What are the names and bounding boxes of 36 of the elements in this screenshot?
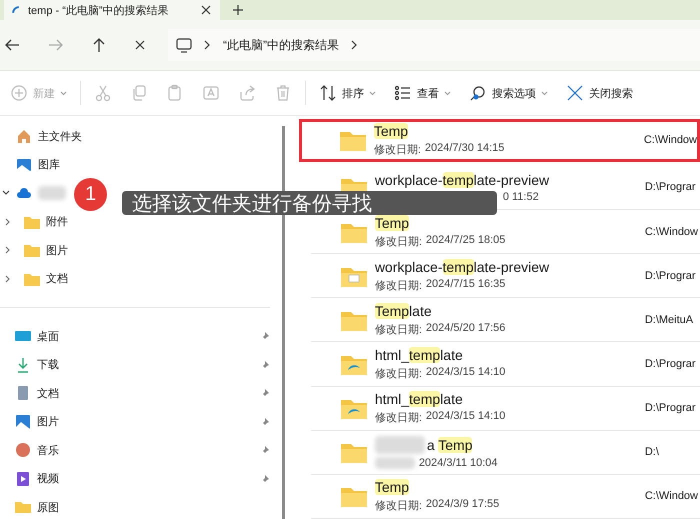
file-location: C:\Window — [644, 490, 698, 502]
date-label: 修改日期: — [374, 322, 422, 337]
file-location: D:\Prograr — [644, 181, 696, 194]
file-name: html_template — [374, 346, 463, 363]
file-location: D:\Prograr — [644, 402, 696, 414]
file-location: C:\Window — [644, 134, 697, 146]
file-name: a Temp — [426, 436, 472, 453]
file-name: Temp — [374, 123, 408, 140]
file-location: D:\ — [644, 446, 659, 458]
file-name: Template — [374, 302, 432, 319]
file-location: D:\Prograr — [644, 358, 696, 370]
file-name: workplace-template-preview — [374, 172, 550, 188]
file-name: html_template — [374, 391, 463, 408]
modified-date: 2024/3/11 10:04 — [418, 456, 498, 469]
file-location: D:\Prograr — [644, 270, 696, 282]
date-label: 修改日期: — [374, 366, 422, 381]
file-name: Temp — [374, 479, 410, 496]
callout-tooltip: 选择该文件夹进行备份寻找 — [122, 191, 497, 215]
modified-date: 2024/3/15 14:10 — [426, 410, 506, 424]
modified-date: 2024/7/25 18:05 — [426, 234, 506, 248]
date-label: 修改日期: — [374, 499, 422, 514]
modified-date: 2024/3/15 14:10 — [426, 366, 506, 380]
date-label: 修改日期: — [374, 411, 422, 426]
file-name: workplace-template-preview — [374, 258, 550, 275]
modified-date: 0 11:52 — [502, 190, 539, 203]
date-label: 修改日期: — [374, 234, 422, 249]
modified-date: 2024/7/15 16:35 — [426, 278, 506, 292]
file-name: Temp — [374, 214, 410, 231]
modified-date: 2024/3/9 17:55 — [426, 498, 500, 512]
modified-date: 2024/5/20 17:56 — [426, 322, 506, 336]
file-location: C:\Window — [644, 226, 698, 238]
date-label: 修改日期: — [374, 143, 421, 158]
file-location: D:\MeituA — [644, 314, 694, 326]
modified-date: 2024/7/30 14:15 — [424, 142, 504, 156]
step-badge: 1 — [74, 178, 107, 211]
date-label: 修改日期: — [374, 278, 422, 293]
